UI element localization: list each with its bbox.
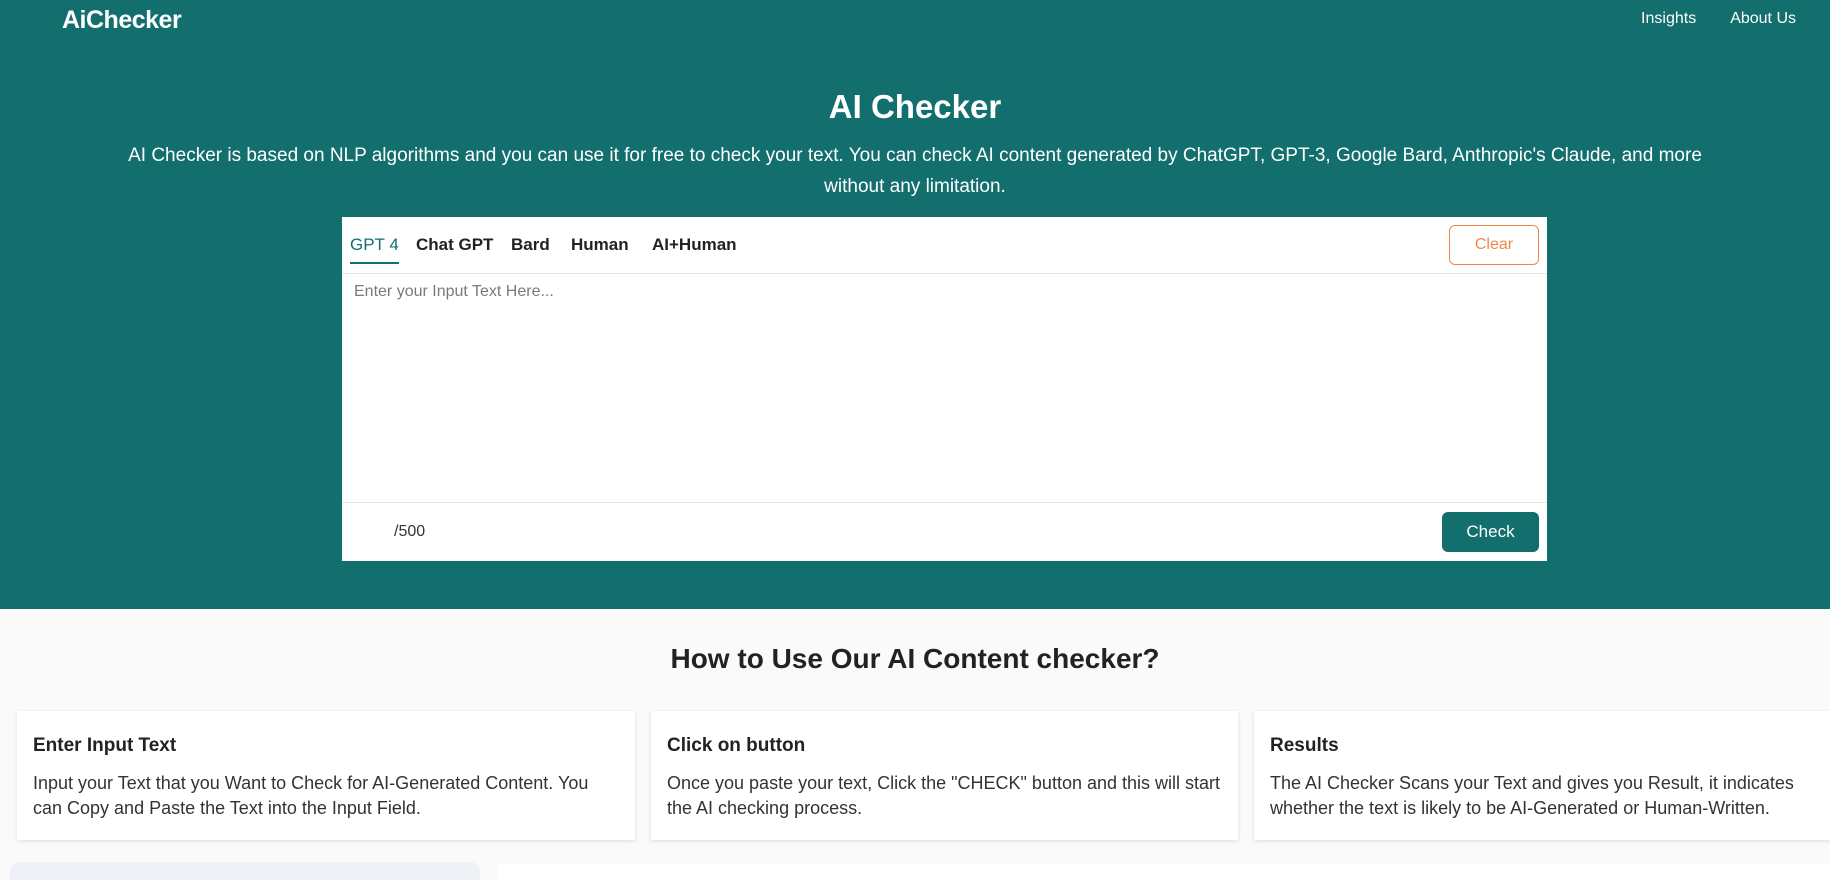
model-tabs: GPT 4 Chat GPT Bard Human AI+Human Clear (342, 217, 1547, 274)
checker-footer: /500 Check (342, 502, 1547, 561)
step-card-enter-text: Enter Input Text Input your Text that yo… (17, 711, 635, 840)
hero-description: AI Checker is based on NLP algorithms an… (128, 145, 1702, 197)
step-card-results: Results The AI Checker Scans your Text a… (1254, 711, 1830, 840)
tab-human[interactable]: Human (571, 235, 629, 255)
character-counter: /500 (394, 523, 426, 540)
step-text: Once you paste your text, Click the "CHE… (667, 773, 1221, 818)
nav-link-insights[interactable]: Insights (1641, 10, 1696, 28)
tab-gpt-4[interactable]: GPT 4 (350, 235, 399, 264)
tab-ai-human[interactable]: AI+Human (652, 235, 737, 255)
step-title: Results (1270, 735, 1339, 756)
hero-section: AiChecker Insights About Us AI Checker A… (0, 0, 1830, 609)
top-nav: Insights About Us (1641, 10, 1830, 28)
tab-chat-gpt[interactable]: Chat GPT (416, 235, 493, 255)
nav-link-about-us[interactable]: About Us (1730, 10, 1796, 28)
next-section-panel (10, 862, 480, 880)
check-button[interactable]: Check (1442, 512, 1539, 552)
page-title: AI Checker (828, 88, 1002, 125)
checker-panel: GPT 4 Chat GPT Bard Human AI+Human Clear… (342, 217, 1547, 561)
step-text: The AI Checker Scans your Text and gives… (1270, 773, 1794, 818)
text-input[interactable] (342, 275, 1547, 502)
step-title: Enter Input Text (33, 735, 177, 756)
step-title: Click on button (667, 735, 806, 756)
clear-button[interactable]: Clear (1449, 225, 1539, 265)
step-text: Input your Text that you Want to Check f… (33, 773, 589, 818)
site-logo[interactable]: AiChecker (62, 6, 182, 35)
step-card-click-button: Click on button Once you paste your text… (651, 711, 1238, 840)
next-section-content (498, 864, 1830, 880)
how-to-title: How to Use Our AI Content checker? (670, 643, 1160, 674)
tab-bard[interactable]: Bard (511, 235, 550, 255)
